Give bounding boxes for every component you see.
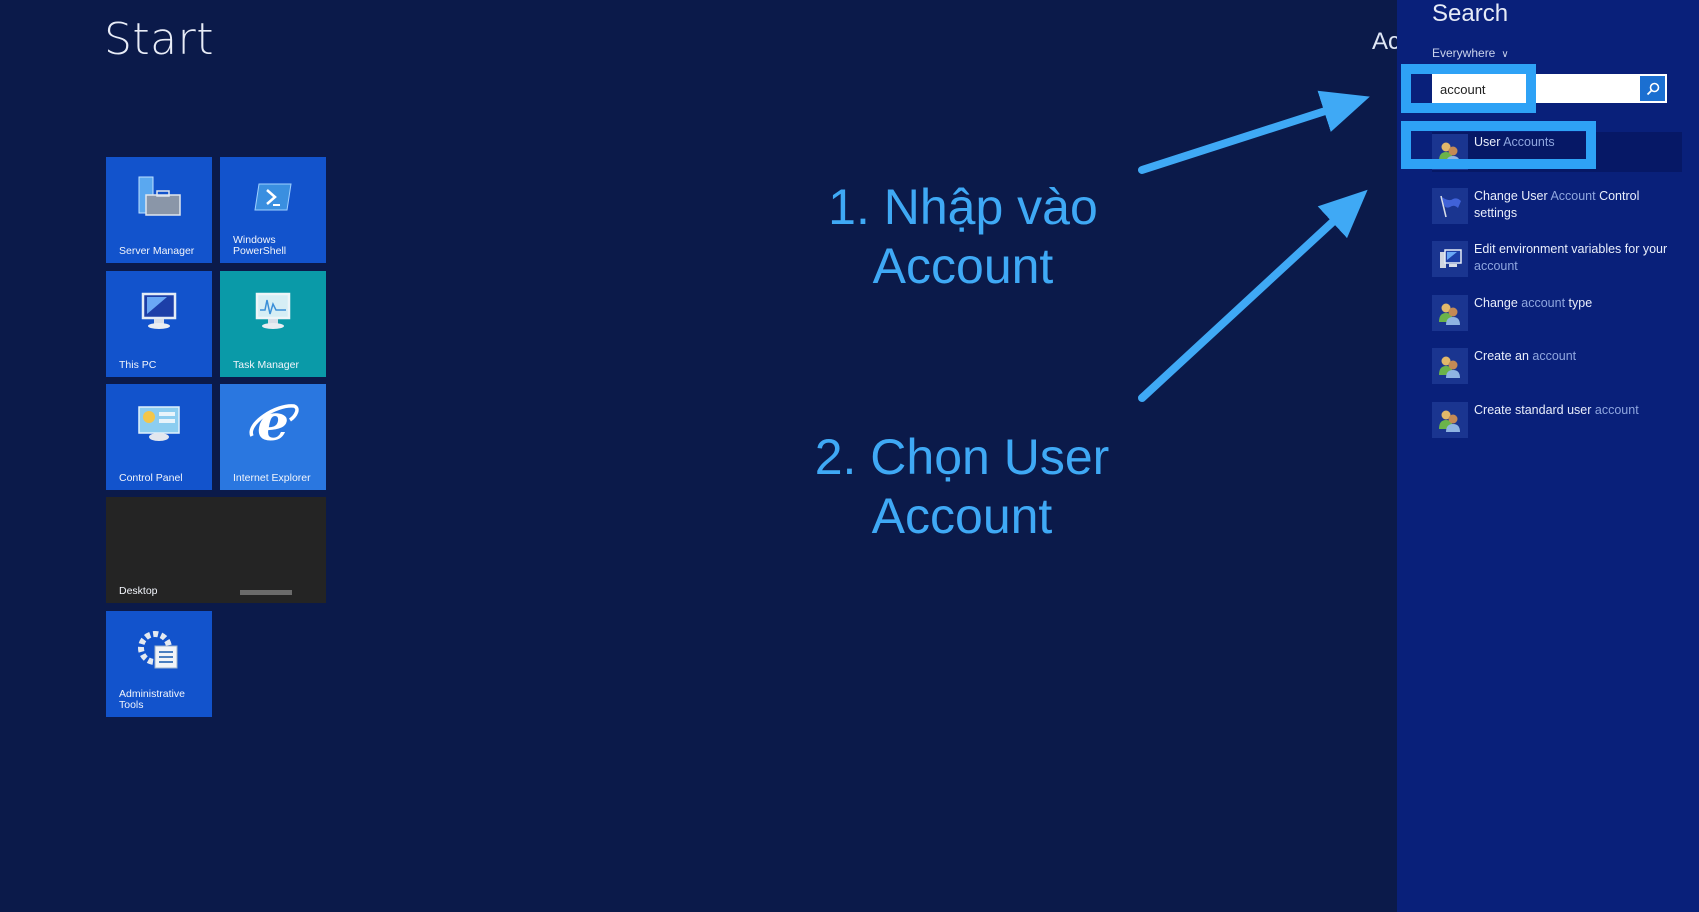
arrow-to-user-accounts bbox=[1138, 189, 1368, 402]
annotation-arrows bbox=[1138, 90, 1370, 402]
arrow-to-search-input bbox=[1138, 90, 1370, 174]
